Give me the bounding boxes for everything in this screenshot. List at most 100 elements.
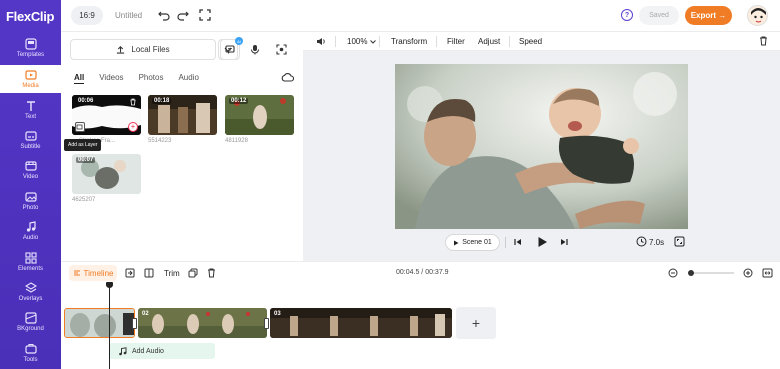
next-scene-icon[interactable] [560,238,568,246]
undo-icon[interactable] [158,9,170,21]
speed-button[interactable]: Speed [519,37,542,46]
transform-button[interactable]: Transform [391,37,427,46]
zoom-slider-handle[interactable] [688,270,694,276]
volume-icon[interactable] [316,37,326,46]
clip-thumbnail [65,309,134,337]
media-panel: Local Files AI All Videos Photos Audio 0… [61,32,303,261]
chat-icon [225,44,235,54]
timeline-clip[interactable]: 03 [270,308,452,338]
fit-screen-icon[interactable] [674,236,685,247]
zoom-value: 100% [347,37,368,46]
sidebar-item-templates[interactable]: Templates [0,34,61,62]
music-note-icon [119,346,127,355]
record-audio-button[interactable] [245,39,265,60]
sidebar-item-label: Text [24,114,36,120]
video-preview[interactable] [395,64,688,229]
play-icon[interactable] [537,236,548,248]
sidebar-item-text[interactable]: Text [0,96,61,124]
sidebar-item-elements[interactable]: Elements [0,248,61,276]
overlays-icon [24,282,37,293]
media-duration: 00:06 [78,98,94,104]
text-icon [26,101,35,111]
sidebar-item-video[interactable]: Video [0,156,61,184]
tools-icon [24,343,37,354]
fullscreen-icon[interactable] [199,9,211,21]
scene-button[interactable]: Scene 01 [445,234,500,251]
screen-record-button[interactable] [271,39,291,60]
sidebar-item-label: Tools [23,357,38,363]
timeline-time: 00:04.5 / 00:37.9 [396,269,449,276]
local-files-label: Local Files [131,45,170,54]
saved-status: Saved [639,6,679,25]
playhead-handle[interactable] [106,282,113,288]
add-audio-track[interactable]: Add Audio [109,343,215,359]
playhead[interactable] [109,282,110,369]
sidebar-item-media[interactable]: Media [0,65,61,93]
sidebar-item-label: Subtitle [20,144,41,150]
zoom-select[interactable]: 100% [347,37,376,46]
redo-icon[interactable] [177,9,189,21]
sidebar-item-label: Elements [17,266,43,272]
top-bar: 16:9 Untitled ? Saved Export → [61,0,780,32]
sidebar-item-tools[interactable]: Tools [0,339,61,367]
local-files-button[interactable]: Local Files [70,39,216,60]
tab-videos[interactable]: Videos [99,73,123,84]
fit-timeline-icon[interactable] [762,268,773,278]
sidebar-item-photo[interactable]: Photo [0,187,61,215]
aspect-ratio-button[interactable]: 16:9 [71,6,103,25]
app-logo: FlexClip [6,9,55,24]
tab-all[interactable]: All [74,73,85,84]
trim-button[interactable]: Trim [164,269,180,278]
project-title[interactable]: Untitled [115,11,142,20]
add-to-timeline-icon[interactable]: + [128,122,138,132]
timeline-icon [73,270,80,276]
scene-duration[interactable]: 7.0s [649,238,664,247]
add-as-layer-button[interactable] [75,122,85,132]
play-small-icon [454,240,459,245]
zoom-in-icon[interactable] [743,268,753,278]
sidebar-item-audio[interactable]: Audio [0,217,61,245]
add-scene-button[interactable]: + [456,307,496,339]
trash-icon[interactable] [129,98,137,106]
cloud-icon[interactable] [281,72,294,82]
timeline-clip[interactable] [64,308,135,338]
sidebar-item-subtitle[interactable]: Subtitle [0,126,61,154]
sidebar-item-label: Media [22,83,39,89]
split-icon[interactable] [125,268,135,278]
sidebar-item-label: Audio [22,235,39,241]
crop-icon[interactable] [144,268,154,278]
clip-number: 03 [274,311,281,317]
duplicate-icon[interactable] [188,268,198,278]
preview-toolbar: 100% Transform Filter Adjust Speed [303,32,780,51]
ai-badge: AI [235,37,243,45]
timeline-clip[interactable]: 02 [138,308,267,338]
timeline-tab[interactable]: Timeline [69,265,117,281]
zoom-out-icon[interactable] [668,268,678,278]
layers-icon [76,124,83,130]
media-duration: 00:18 [152,98,172,104]
media-item[interactable]: 00:06 + [72,95,141,135]
media-item[interactable]: 00:07 [72,154,141,194]
audio-icon [26,221,36,232]
microphone-icon [251,45,259,55]
trash-icon[interactable] [207,268,216,278]
filter-button[interactable]: Filter [447,37,465,46]
sidebar-item-overlays[interactable]: Overlays [0,278,61,306]
transition-handle[interactable] [264,318,269,329]
zoom-slider[interactable] [689,272,734,274]
sidebar-item-background[interactable]: BKground [0,308,61,336]
media-caption: 4625207 [72,197,96,203]
avatar[interactable] [747,5,768,26]
media-item[interactable]: 00:18 [148,95,217,135]
tab-audio[interactable]: Audio [178,73,198,84]
help-icon[interactable]: ? [621,9,633,21]
previous-scene-icon[interactable] [514,238,522,246]
sidebar-item-label: Overlays [18,296,43,302]
timeline: Timeline Trim 00:04.5 / 00:37.9 02 03 + … [61,261,780,369]
adjust-button[interactable]: Adjust [478,37,500,46]
transition-handle[interactable] [132,318,137,329]
delete-icon[interactable] [759,36,768,46]
tab-photos[interactable]: Photos [139,73,164,84]
media-item[interactable]: 00:12 [225,95,294,135]
export-button[interactable]: Export → [685,6,732,25]
